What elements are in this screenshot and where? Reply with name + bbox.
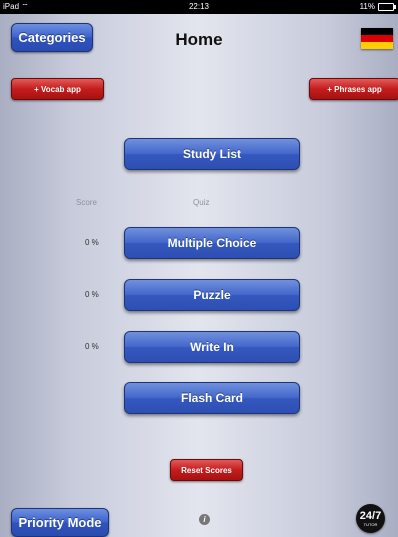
- puzzle-button[interactable]: Puzzle: [124, 279, 300, 311]
- flag-stripe-black: [361, 28, 393, 35]
- write-in-button[interactable]: Write In: [124, 331, 300, 363]
- battery-icon: [378, 3, 396, 11]
- status-time: 22:13: [188, 2, 210, 11]
- multiple-choice-button[interactable]: Multiple Choice: [124, 227, 300, 259]
- status-bar: iPad ⌔ 22:13 11%: [0, 0, 398, 14]
- reset-scores-button[interactable]: Reset Scores: [170, 459, 243, 481]
- status-battery: 11%: [360, 0, 396, 14]
- tutor-logo[interactable]: 24/7 TUTOR: [356, 504, 385, 533]
- logo-number: 24/7: [359, 509, 382, 522]
- vocab-app-button[interactable]: + Vocab app: [11, 78, 104, 100]
- quiz-column-header: Quiz: [193, 198, 210, 207]
- write-in-score: 0 %: [85, 342, 99, 351]
- multiple-choice-score: 0 %: [85, 238, 99, 247]
- german-flag-icon[interactable]: [361, 28, 393, 49]
- info-icon[interactable]: i: [199, 514, 210, 525]
- phrases-app-button[interactable]: + Phrases app: [309, 78, 398, 100]
- flag-stripe-red: [361, 35, 393, 42]
- flag-stripe-gold: [361, 42, 393, 49]
- score-column-header: Score: [76, 198, 97, 207]
- flash-card-button[interactable]: Flash Card: [124, 382, 300, 414]
- page-title: Home: [175, 30, 223, 49]
- logo-text: TUTOR: [363, 521, 378, 527]
- study-list-button[interactable]: Study List: [124, 138, 300, 170]
- puzzle-score: 0 %: [85, 290, 99, 299]
